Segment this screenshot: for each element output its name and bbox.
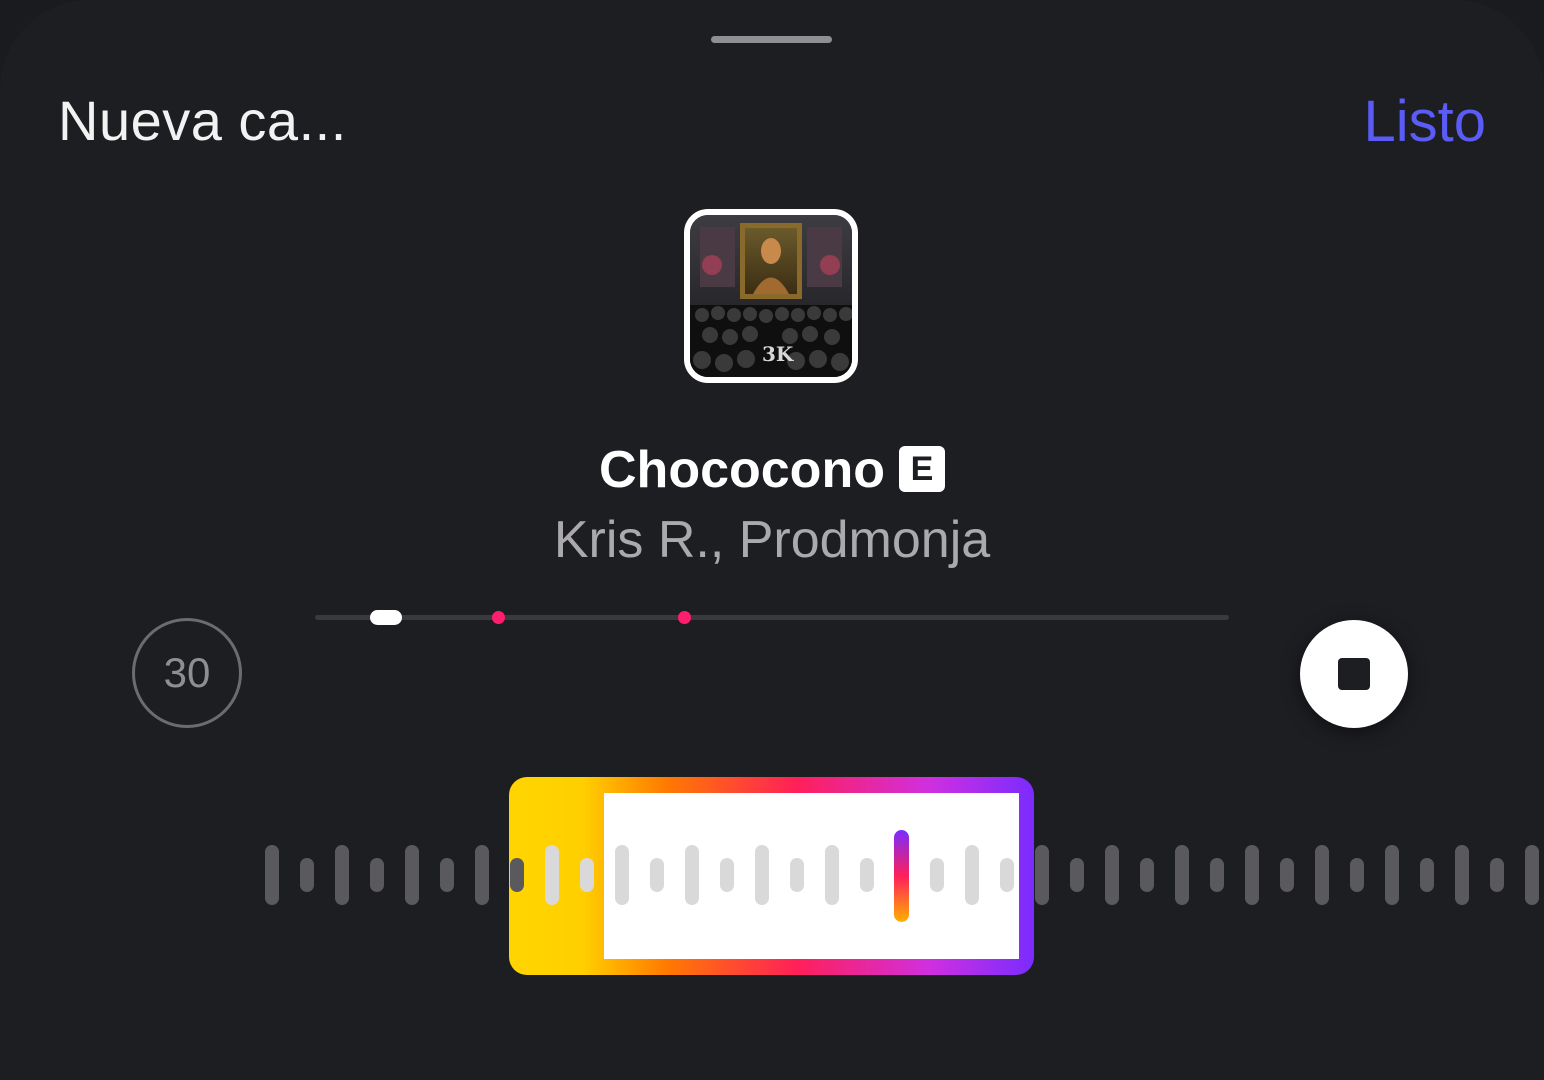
waveform-bar — [1175, 845, 1189, 905]
waveform-bar — [1525, 845, 1539, 905]
waveform-bar — [1035, 845, 1049, 905]
explicit-icon: E — [898, 446, 945, 493]
artist-names: Kris R., Prodmonja — [553, 511, 991, 569]
waveform-bar — [1455, 845, 1469, 905]
waveform-bar — [1385, 845, 1399, 905]
waveform-bar — [615, 845, 629, 905]
waveform-bar — [1140, 858, 1154, 892]
waveform-bar — [510, 858, 524, 892]
waveform-bar — [1000, 858, 1014, 892]
progress-thumb[interactable] — [370, 610, 403, 625]
waveform-bar — [965, 845, 979, 905]
waveform-bar — [860, 858, 874, 892]
waveform-bar — [650, 858, 664, 892]
duration-selector-button[interactable]: 30 — [132, 618, 242, 728]
waveform-bar — [545, 845, 559, 905]
waveform-bar — [300, 858, 314, 892]
waveform-bar — [720, 858, 734, 892]
waveform-bar — [580, 858, 594, 892]
waveform-bar — [1105, 845, 1119, 905]
lyric-marker — [678, 611, 692, 624]
song-title-row: Chococono E — [0, 440, 1544, 500]
page-title: Nueva ca... — [58, 89, 347, 152]
waveform-bar — [685, 845, 699, 905]
waveform-bar — [1245, 845, 1259, 905]
waveform-bar — [1070, 858, 1084, 892]
waveform-bar — [825, 845, 839, 905]
waveform-bar — [475, 845, 489, 905]
drag-handle[interactable] — [711, 36, 832, 43]
waveform-bar — [790, 858, 804, 892]
waveform-bar — [440, 858, 454, 892]
waveform-bar — [1490, 858, 1504, 892]
svg-text:3K: 3K — [762, 342, 794, 366]
audio-waveform[interactable] — [0, 770, 1544, 980]
waveform-bar — [1210, 858, 1224, 892]
lyric-marker — [491, 611, 505, 624]
waveform-bar — [370, 858, 384, 892]
music-picker-sheet: Nueva ca... Listo 3K Chococono E Kris R.… — [0, 0, 1544, 1080]
waveform-bar — [930, 858, 944, 892]
waveform-bar — [1420, 858, 1434, 892]
done-button[interactable]: Listo — [1363, 88, 1486, 155]
waveform-bar — [1350, 858, 1364, 892]
song-title: Chococono — [599, 441, 885, 499]
waveform-bar — [405, 845, 419, 905]
stop-icon — [1338, 658, 1370, 690]
stop-button[interactable] — [1300, 620, 1408, 728]
album-cover: 3K — [684, 209, 858, 383]
preview-progress-track[interactable] — [315, 610, 1229, 625]
waveform-bar — [755, 845, 769, 905]
waveform-bar — [335, 845, 349, 905]
waveform-playhead — [894, 830, 909, 922]
album-art-image: 3K — [690, 215, 852, 377]
waveform-bar — [1315, 845, 1329, 905]
waveform-bar — [265, 845, 279, 905]
waveform-bar — [1280, 858, 1294, 892]
